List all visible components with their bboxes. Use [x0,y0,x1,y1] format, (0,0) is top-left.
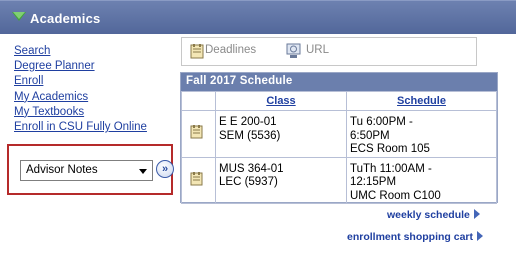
header-schedule[interactable]: Schedule [346,91,497,111]
academics-header[interactable]: Academics [0,0,516,34]
schedule-cell: TuTh 11:00AM - 12:15PM UMC Room C100 [346,156,497,204]
class-details-icon[interactable] [190,124,204,139]
table-row: MUS 364-01 LEC (5937) TuTh 11:00AM - 12:… [181,156,497,204]
arrow-right-icon [477,231,484,241]
academics-toolbar: Deadlines URL [181,37,477,66]
link-enroll[interactable]: Enroll [14,74,147,89]
url-link[interactable]: URL [306,44,329,56]
class-section: SEM (5536) [219,129,281,142]
link-my-textbooks[interactable]: My Textbooks [14,105,147,120]
section-title: Academics [30,11,101,26]
table-row: E E 200-01 SEM (5536) Tu 6:00PM - 6:50PM… [181,110,497,158]
row-icon-cell [181,110,216,158]
schedule-table: Class Schedule E E 200-01 SEM (5536) Tu … [181,91,497,204]
class-code: E E 200-01 [219,116,277,128]
other-academics-select[interactable]: Advisor Notes [20,160,153,181]
class-code: MUS 364-01 [219,162,284,175]
advisor-select-highlight: Advisor Notes » [7,144,174,195]
header-class[interactable]: Class [215,91,347,111]
go-button[interactable]: » [156,160,174,178]
academics-links: Search Degree Planner Enroll My Academic… [14,44,147,135]
table-header-row: Class Schedule [181,91,497,111]
link-search[interactable]: Search [14,44,147,59]
weekly-schedule-label: weekly schedule [387,209,470,221]
shopping-cart-label: enrollment shopping cart [347,231,474,243]
class-cell: MUS 364-01 LEC (5937) [215,156,347,204]
chevron-down-icon[interactable] [139,169,147,174]
deadlines-link[interactable]: Deadlines [205,44,256,56]
select-value: Advisor Notes [26,164,98,176]
shopping-cart-link[interactable]: enrollment shopping cart [347,231,484,243]
schedule-room: ECS Room 105 [350,143,430,155]
class-section: LEC (5937) [219,176,278,188]
schedule-time-end: 6:50PM [350,129,390,142]
weekly-schedule-link[interactable]: weekly schedule [387,209,480,221]
link-enroll-csu-online[interactable]: Enroll in CSU Fully Online [14,120,147,135]
double-chevron-right-icon: » [161,163,169,175]
schedule-panel: Fall 2017 Schedule Class Schedule E E 20… [180,72,498,204]
link-my-academics[interactable]: My Academics [14,90,147,105]
schedule-time: TuTh 11:00AM - [350,162,432,175]
url-icon[interactable] [286,43,301,59]
schedule-title: Fall 2017 Schedule [181,73,497,91]
schedule-cell: Tu 6:00PM - 6:50PM ECS Room 105 [346,110,497,158]
schedule-room: UMC Room C100 [350,189,441,202]
arrow-right-icon [473,209,480,219]
link-degree-planner[interactable]: Degree Planner [14,59,147,74]
header-icon-col [181,91,216,111]
schedule-time-end: 12:15PM [350,176,397,188]
class-details-icon[interactable] [190,171,204,186]
row-icon-cell [181,156,216,204]
schedule-time: Tu 6:00PM - [350,116,413,128]
expand-arrow-highlight [13,12,25,19]
deadlines-icon[interactable] [190,43,205,59]
class-cell: E E 200-01 SEM (5536) [215,110,347,158]
